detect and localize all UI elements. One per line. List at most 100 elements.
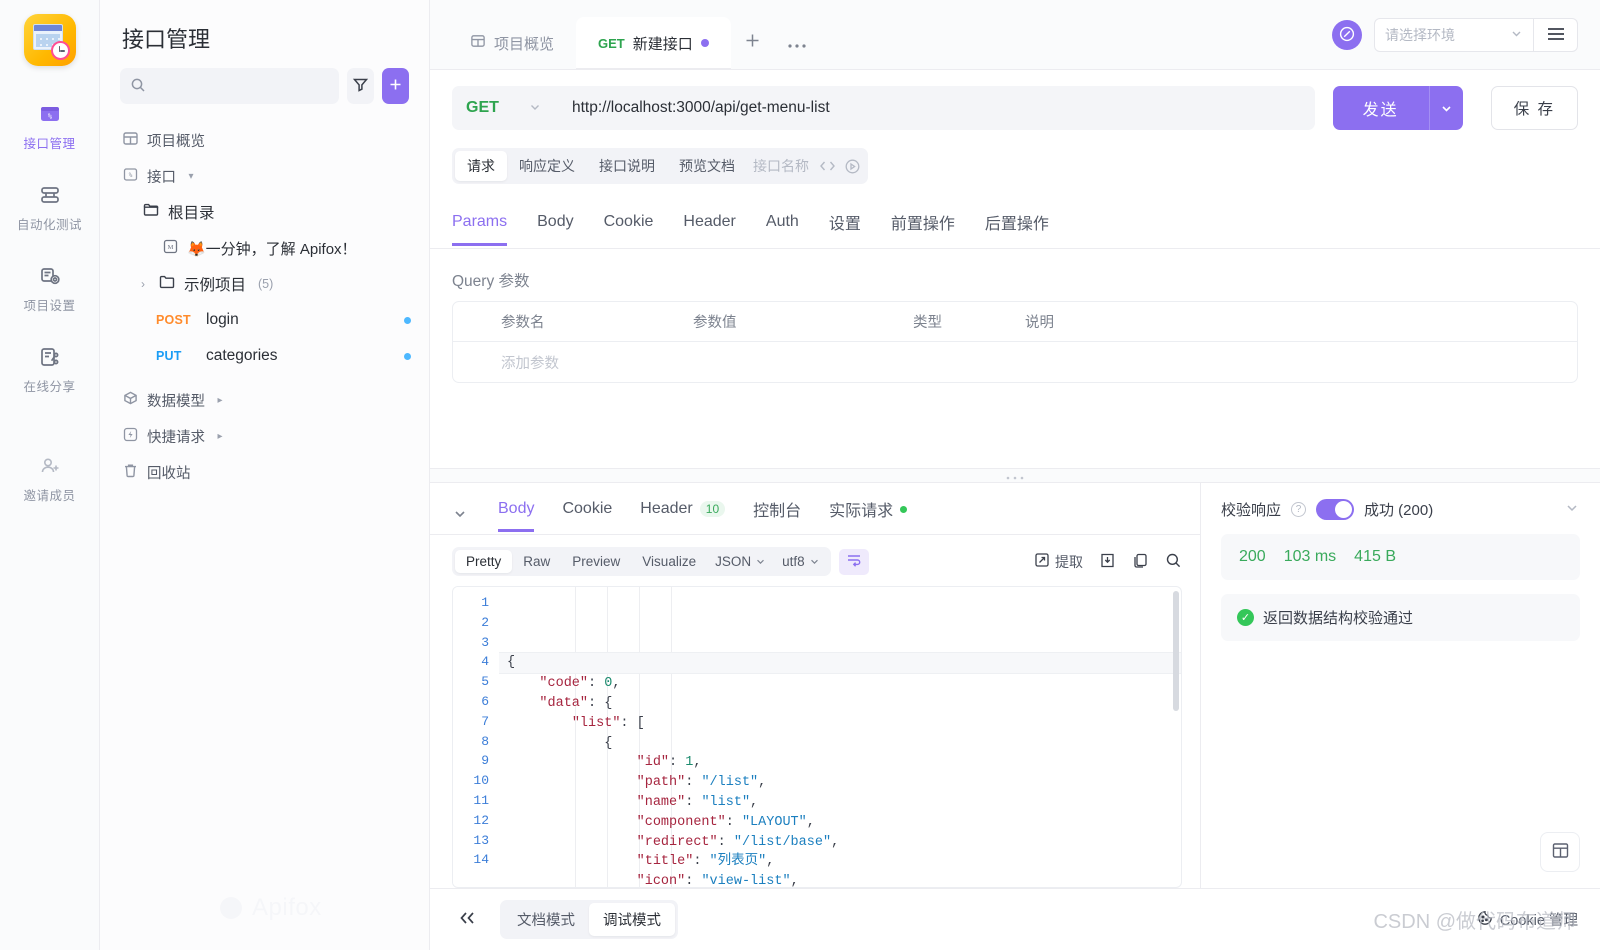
subtab-params[interactable]: Params — [452, 213, 508, 246]
seg-response-def[interactable]: 响应定义 — [507, 151, 587, 181]
chevron-down-icon[interactable]: ▾ — [184, 171, 198, 182]
tab-label: 新建接口 — [632, 35, 693, 53]
layout-toggle-icon — [1551, 841, 1570, 863]
word-wrap-button[interactable] — [838, 548, 869, 575]
tab-project-overview[interactable]: 项目概览 — [448, 17, 576, 69]
subtab-header[interactable]: Header — [683, 213, 735, 246]
panel-splitter[interactable] — [430, 468, 1600, 482]
seg-preview-doc[interactable]: 预览文档 — [667, 151, 747, 181]
tree-item-recycle-bin[interactable]: 回收站 — [100, 454, 429, 490]
sidebar-search-row — [100, 68, 429, 118]
code-line: "path": "/list", — [499, 773, 1181, 793]
add-button[interactable] — [382, 68, 409, 104]
verify-response-toggle[interactable] — [1316, 499, 1355, 520]
params-table-add-row[interactable]: 添加参数 — [453, 342, 1577, 382]
encoding-select-value: utf8 — [782, 554, 805, 569]
filter-button[interactable] — [347, 68, 374, 104]
cookie-manager-button[interactable]: Cookie 管理 — [1477, 909, 1578, 930]
rail-item-project-settings[interactable]: 项目设置 — [0, 252, 99, 323]
tree-item-apifox-intro-doc[interactable]: M 🦊一分钟，了解 Apifox！ — [100, 230, 429, 266]
environment-badge-button[interactable] — [1332, 20, 1362, 50]
environment-menu-button[interactable] — [1534, 18, 1578, 52]
url-input-wrapper[interactable] — [556, 86, 1315, 130]
seg-api-description[interactable]: 接口说明 — [587, 151, 667, 181]
language-select[interactable]: JSON — [707, 550, 774, 573]
drag-handle-dots-icon — [1004, 468, 1026, 483]
chevron-right-icon[interactable]: ▸ — [213, 431, 227, 442]
response-tools: 提取 — [1034, 552, 1182, 572]
environment-select[interactable]: 请选择环境 — [1374, 18, 1534, 52]
subtab-auth[interactable]: Auth — [766, 213, 799, 246]
encoding-select[interactable]: utf8 — [774, 550, 828, 573]
tree-item-data-model[interactable]: 数据模型 ▸ — [100, 382, 429, 418]
tree-item-quick-request[interactable]: 快捷请求 ▸ — [100, 418, 429, 454]
subtab-settings[interactable]: 设置 — [829, 210, 861, 249]
chevron-down-icon[interactable] — [452, 506, 468, 525]
code-line-number: 9 — [481, 753, 489, 769]
response-tab-console[interactable]: 控制台 — [753, 497, 801, 535]
response-tab-header[interactable]: Header 10 — [640, 500, 726, 532]
code-token: "redirect" — [636, 834, 718, 850]
tree-item-endpoint-login[interactable]: POST login — [100, 302, 429, 338]
markdown-icon: M — [162, 238, 179, 259]
question-icon[interactable]: ? — [1291, 502, 1307, 517]
search-button[interactable] — [1165, 552, 1182, 572]
save-button[interactable]: 保 存 — [1490, 86, 1578, 130]
tree-item-example-project-folder[interactable]: › 示例项目 (5) — [100, 266, 429, 302]
extract-button[interactable]: 提取 — [1034, 552, 1083, 572]
code-token: : — [669, 755, 686, 771]
subtab-cookie[interactable]: Cookie — [604, 213, 654, 246]
vertical-scrollbar[interactable] — [1173, 591, 1179, 711]
code-line: "code": 0, — [499, 674, 1181, 694]
response-time: 103 ms — [1283, 548, 1337, 565]
code-content[interactable]: { "code": 0, "data": { "list": [ { "id":… — [499, 587, 1181, 887]
seg-request[interactable]: 请求 — [455, 151, 507, 181]
column-header-value: 参数值 — [693, 315, 737, 331]
format-pretty[interactable]: Pretty — [455, 550, 513, 573]
chevron-right-icon[interactable]: ▸ — [213, 395, 227, 406]
subtab-pre-operation[interactable]: 前置操作 — [891, 210, 955, 249]
chevron-right-icon[interactable]: › — [136, 277, 150, 291]
format-raw[interactable]: Raw — [512, 550, 561, 573]
code-brackets-icon[interactable] — [815, 159, 840, 173]
search-box[interactable] — [120, 68, 339, 104]
response-code-viewer[interactable]: 1 2 3 4 5 6 7 8 9 10 11 12 13 14 { "code": 0, "data":… — [452, 586, 1182, 888]
code-line-number: 13 — [473, 832, 489, 848]
layout-toggle-button[interactable] — [1540, 832, 1580, 872]
apifox-app-logo[interactable] — [23, 14, 76, 66]
format-visualize[interactable]: Visualize — [631, 550, 707, 573]
rail-item-invite-member[interactable]: 邀请成员 — [0, 442, 99, 513]
copy-button[interactable] — [1132, 552, 1149, 572]
send-options-button[interactable] — [1428, 86, 1463, 130]
rail-item-api-manage[interactable]: % 接口管理 — [0, 90, 99, 161]
tree-item-project-overview[interactable]: 项目概览 — [100, 122, 429, 158]
new-tab-button[interactable] — [731, 17, 775, 69]
download-button[interactable] — [1099, 552, 1116, 572]
collapse-sidebar-button[interactable] — [452, 910, 484, 930]
api-name-placeholder[interactable]: 接口名称 — [747, 151, 815, 181]
more-tabs-button[interactable] — [775, 17, 819, 69]
chevron-down-icon[interactable] — [1564, 500, 1580, 520]
rail-item-online-share[interactable]: 在线分享 — [0, 333, 99, 404]
http-method-badge: PUT — [156, 349, 182, 363]
response-tab-actual-request[interactable]: 实际请求 — [829, 497, 908, 535]
rail-item-automation-test[interactable]: 自动化测试 — [0, 171, 99, 242]
http-method-select[interactable]: GET — [452, 86, 556, 130]
code-token: "title" — [636, 854, 694, 870]
tree-item-endpoint-categories[interactable]: PUT categories — [100, 338, 429, 374]
response-tab-cookie[interactable]: Cookie — [562, 500, 612, 532]
format-preview[interactable]: Preview — [561, 550, 631, 573]
mode-debug[interactable]: 调试模式 — [589, 903, 675, 936]
subtab-post-operation[interactable]: 后置操作 — [985, 210, 1049, 249]
subtab-body[interactable]: Body — [537, 213, 573, 246]
mode-doc[interactable]: 文档模式 — [503, 903, 589, 936]
tree-item-root-folder[interactable]: 根目录 — [100, 194, 429, 230]
send-button[interactable]: 发送 — [1332, 86, 1429, 130]
response-tab-body[interactable]: Body — [498, 500, 535, 532]
search-input[interactable] — [152, 78, 329, 94]
run-circle-icon[interactable] — [840, 158, 865, 175]
tree-item-api[interactable]: % 接口 ▾ — [100, 158, 429, 194]
tab-new-api[interactable]: GET 新建接口 — [576, 17, 731, 69]
code-line-number: 2 — [481, 614, 489, 630]
url-input[interactable] — [572, 99, 1299, 117]
